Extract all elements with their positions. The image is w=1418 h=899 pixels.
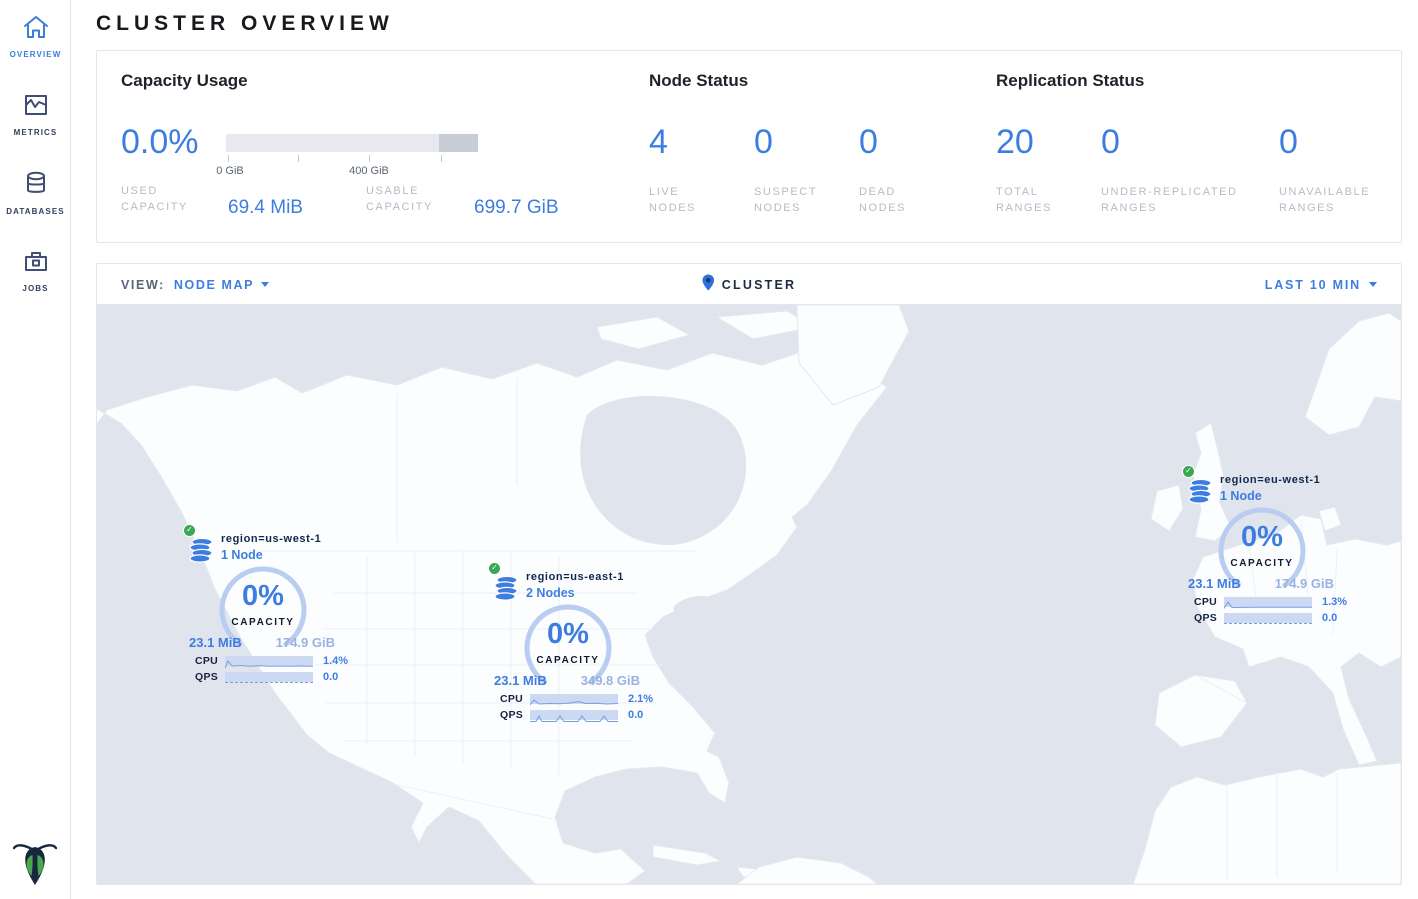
usable-capacity-value: 699.7 GiB	[474, 197, 559, 219]
time-range-value: LAST 10 MIN	[1265, 278, 1361, 292]
cpu-value: 1.4%	[323, 655, 348, 667]
healthy-check-icon: ✓	[183, 524, 196, 537]
capacity-label: CAPACITY	[1210, 558, 1314, 569]
capacity-axis-ticks	[226, 155, 478, 163]
breadcrumb-cluster: CLUSTER	[722, 278, 796, 292]
capacity-label: CAPACITY	[516, 655, 620, 666]
usable-capacity-label: USABLE CAPACITY	[366, 183, 452, 215]
databases-icon	[22, 170, 50, 202]
replication-status-title: Replication Status	[996, 71, 1144, 91]
home-icon	[22, 14, 50, 45]
unavailable-ranges-label: UNAVAILABLE RANGES	[1279, 184, 1389, 216]
total-capacity: 349.8 GiB	[581, 673, 640, 688]
healthy-check-icon: ✓	[1182, 465, 1195, 478]
capacity-tick-400: 400 GiB	[349, 165, 389, 177]
map-pin-icon	[702, 274, 715, 296]
live-nodes-value: 4	[649, 123, 668, 162]
cpu-label: CPU	[500, 693, 530, 705]
cpu-label: CPU	[195, 655, 225, 667]
sidebar-item-label: JOBS	[0, 284, 71, 293]
sidebar-item-label: METRICS	[0, 128, 71, 137]
dead-nodes-value: 0	[859, 123, 878, 162]
qps-value: 0.0	[1322, 612, 1337, 624]
sidebar-item-overview[interactable]: OVERVIEW	[0, 0, 71, 78]
cpu-value: 1.3%	[1322, 596, 1347, 608]
map-toolbar: VIEW: NODE MAP CLUSTER LAST 10 MIN	[97, 264, 1401, 305]
under-replicated-ranges-label: UNDER-REPLICATED RANGES	[1101, 184, 1261, 216]
used-capacity: 23.1 MiB	[189, 635, 242, 650]
qps-value: 0.0	[628, 709, 643, 721]
total-capacity: 174.9 GiB	[276, 635, 335, 650]
world-map: ✓ region=us-west-1 1 Node	[97, 305, 1401, 884]
main-content: CLUSTER OVERVIEW Capacity Usage 0.0% 0 G…	[71, 12, 1418, 885]
under-replicated-ranges-value: 0	[1101, 123, 1120, 162]
chevron-down-icon	[1369, 282, 1377, 287]
total-capacity: 174.9 GiB	[1275, 576, 1334, 591]
used-capacity: 23.1 MiB	[1188, 576, 1241, 591]
healthy-check-icon: ✓	[488, 562, 501, 575]
capacity-percent: 0%	[516, 618, 620, 651]
metrics-icon	[22, 92, 50, 123]
cpu-sparkline	[1224, 597, 1312, 607]
time-range-selector[interactable]: LAST 10 MIN	[1265, 264, 1377, 305]
jobs-icon	[22, 248, 50, 279]
view-label: VIEW:	[121, 278, 165, 292]
cpu-sparkline	[225, 656, 313, 666]
capacity-usage-title: Capacity Usage	[121, 71, 248, 91]
summary-panel: Capacity Usage 0.0% 0 GiB 400 GiB USED C…	[96, 50, 1402, 243]
capacity-label: CAPACITY	[211, 617, 315, 628]
sidebar-item-metrics[interactable]: METRICS	[0, 78, 71, 156]
dead-nodes-label: DEAD NODES	[859, 184, 929, 216]
region-label: region=us-west-1	[221, 533, 321, 545]
qps-sparkline	[225, 672, 313, 682]
used-capacity: 23.1 MiB	[494, 673, 547, 688]
view-selector-value: NODE MAP	[174, 278, 254, 292]
unavailable-ranges-value: 0	[1279, 123, 1298, 162]
chevron-down-icon	[261, 282, 269, 287]
capacity-tick-0: 0 GiB	[216, 165, 244, 177]
qps-label: QPS	[1194, 612, 1224, 624]
qps-sparkline	[1224, 613, 1312, 623]
sidebar-item-label: DATABASES	[0, 207, 71, 216]
suspect-nodes-label: SUSPECT NODES	[754, 184, 834, 216]
capacity-percent: 0%	[1210, 521, 1314, 554]
node-marker-eu-west-1[interactable]: ✓ region=eu-west-1 1 Node	[1182, 465, 1354, 631]
sidebar-item-jobs[interactable]: JOBS	[0, 234, 71, 312]
capacity-used-percent: 0.0%	[121, 123, 199, 162]
live-nodes-label: LIVE NODES	[649, 184, 719, 216]
cpu-value: 2.1%	[628, 693, 653, 705]
region-label: region=us-east-1	[526, 571, 624, 583]
capacity-percent: 0%	[211, 580, 315, 613]
node-status-title: Node Status	[649, 71, 748, 91]
qps-value: 0.0	[323, 671, 338, 683]
capacity-bar-tail	[439, 134, 478, 152]
qps-sparkline	[530, 710, 618, 720]
sidebar-item-databases[interactable]: DATABASES	[0, 156, 71, 234]
cpu-sparkline	[530, 694, 618, 704]
used-capacity-value: 69.4 MiB	[228, 197, 303, 219]
total-ranges-label: TOTAL RANGES	[996, 184, 1066, 216]
sidebar-item-label: OVERVIEW	[0, 50, 71, 59]
view-selector[interactable]: NODE MAP	[174, 278, 269, 292]
qps-label: QPS	[500, 709, 530, 721]
node-marker-us-west-1[interactable]: ✓ region=us-west-1 1 Node	[183, 524, 355, 690]
breadcrumb[interactable]: CLUSTER	[702, 264, 796, 305]
capacity-bar	[226, 134, 478, 152]
sidebar: OVERVIEW METRICS DATABASES JOBS	[0, 0, 71, 899]
used-capacity-label: USED CAPACITY	[121, 183, 207, 215]
cockroachdb-logo	[13, 838, 57, 891]
qps-label: QPS	[195, 671, 225, 683]
region-label: region=eu-west-1	[1220, 474, 1320, 486]
cpu-label: CPU	[1194, 596, 1224, 608]
total-ranges-value: 20	[996, 123, 1034, 162]
page-title: CLUSTER OVERVIEW	[96, 12, 1402, 36]
node-map-panel: VIEW: NODE MAP CLUSTER LAST 10 MIN	[96, 263, 1402, 885]
suspect-nodes-value: 0	[754, 123, 773, 162]
node-marker-us-east-1[interactable]: ✓ region=us-east-1 2 Nodes	[488, 562, 660, 728]
